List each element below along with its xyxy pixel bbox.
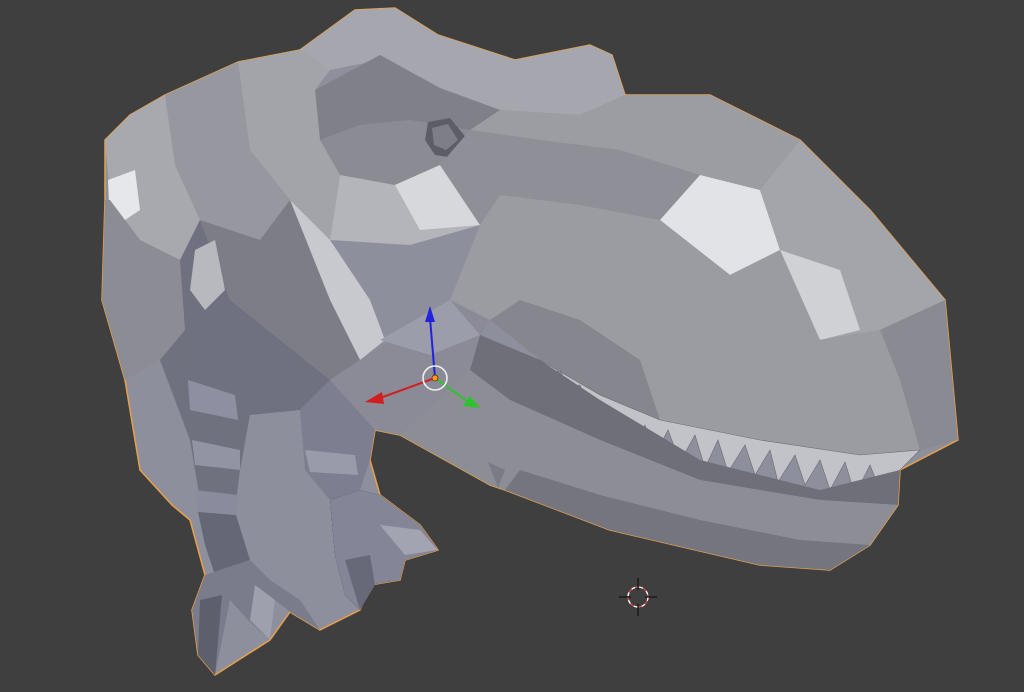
dinosaur-mesh[interactable] [101,7,959,676]
3d-cursor-icon[interactable] [619,578,657,616]
origin-dot [431,374,439,382]
3d-viewport[interactable] [0,0,1024,692]
